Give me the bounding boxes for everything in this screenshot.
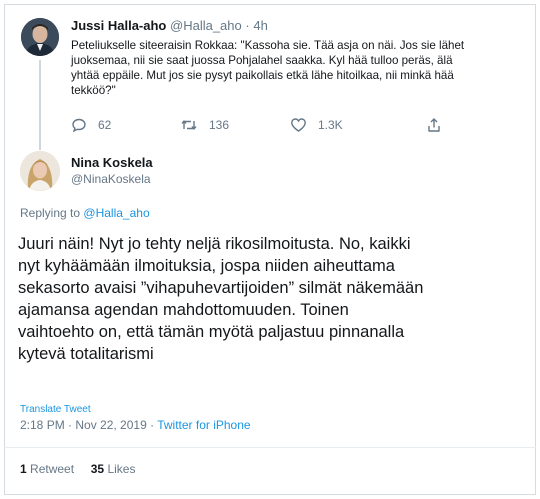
tweet2-text: Juuri näin! Nyt jo tehty neljä rikosilmo…: [18, 233, 533, 365]
tweet1-text-line: Peteliukselle siteeraisin Rokkaa: "Kasso…: [71, 39, 465, 52]
tweet1-text-line: tekköö?": [71, 84, 116, 97]
retweets-label: Retweet: [30, 462, 75, 476]
translate-tweet-link[interactable]: Translate Tweet: [20, 404, 91, 415]
tweet1-separator: ·: [245, 18, 250, 33]
tweet1-author-name[interactable]: Jussi Halla-aho: [71, 18, 166, 33]
retweets-count: 1: [20, 462, 27, 476]
tweet2-handle[interactable]: @NinaKoskela: [71, 172, 151, 186]
tweet2-author-name[interactable]: Nina Koskela: [71, 155, 153, 170]
reply-button[interactable]: 62: [71, 117, 111, 133]
likes-count: 35: [90, 462, 105, 476]
like-icon: [290, 117, 307, 133]
retweet-count: 136: [209, 118, 230, 132]
tweet2-text-line: kytevä totalitarismi: [18, 345, 154, 363]
tweet2-text-line: Juuri näin! Nyt jo tehty neljä rikosilmo…: [18, 235, 411, 253]
share-button[interactable]: [426, 117, 442, 133]
tweet2-text-line: nyt kyhäämään ilmoituksia, jospa niiden …: [18, 257, 395, 275]
tweet1-header: Jussi Halla-aho @Halla_aho · 4h: [71, 18, 268, 33]
tweet1-time[interactable]: 4h: [253, 18, 267, 33]
tweet1-text-line: yhtää eppäile. Mut jos sie pysyt paikoll…: [71, 69, 454, 82]
tweet2-stats: 1 Retweet 35 Likes: [20, 462, 135, 476]
tweet1-text: Peteliukselle siteeraisin Rokkaa: "Kasso…: [71, 38, 471, 98]
retweet-button[interactable]: 136: [180, 117, 229, 133]
reply-icon: [71, 117, 87, 133]
share-icon: [426, 117, 442, 133]
retweet-icon: [180, 117, 198, 133]
tweet2-source-link[interactable]: Twitter for iPhone: [157, 418, 250, 432]
tweet2-timestamp: 2:18 PM · Nov 22, 2019 · Twitter for iPh…: [20, 418, 251, 432]
tweet2-text-line: ajamansa agendan mahdottomuuden. Toinen: [18, 301, 349, 319]
tweet2-text-line: vaihtoehto on, että tämän myötä paljastu…: [18, 323, 405, 341]
jussi-avatar[interactable]: [21, 18, 59, 56]
like-count: 1.3K: [318, 118, 343, 132]
thread-line: [39, 60, 41, 150]
replying-to-link[interactable]: @Halla_aho: [83, 206, 149, 220]
tweet2-time[interactable]: 2:18 PM · Nov 22, 2019 ·: [20, 418, 154, 432]
tweet2-text-line: sekasorto avaisi ”vihapuhevartijoiden” s…: [18, 279, 424, 297]
replying-prefix: Replying to: [20, 206, 81, 220]
likes-label: Likes: [107, 462, 136, 476]
likes-stat[interactable]: 35 Likes: [91, 462, 136, 476]
replying-to: Replying to @Halla_aho: [20, 206, 150, 220]
divider: [4, 447, 536, 448]
tweet1-text-line: juoksemaa, nii sie saat juossa Pohjalahe…: [71, 54, 453, 67]
retweets-stat[interactable]: 1 Retweet: [20, 462, 74, 476]
like-button[interactable]: 1.3K: [290, 117, 343, 133]
tweet1-actions: 62 136 1.3K: [71, 117, 451, 135]
reply-count: 62: [98, 118, 112, 132]
tweet1-handle[interactable]: @Halla_aho: [170, 18, 242, 33]
nina-avatar[interactable]: [20, 151, 60, 191]
